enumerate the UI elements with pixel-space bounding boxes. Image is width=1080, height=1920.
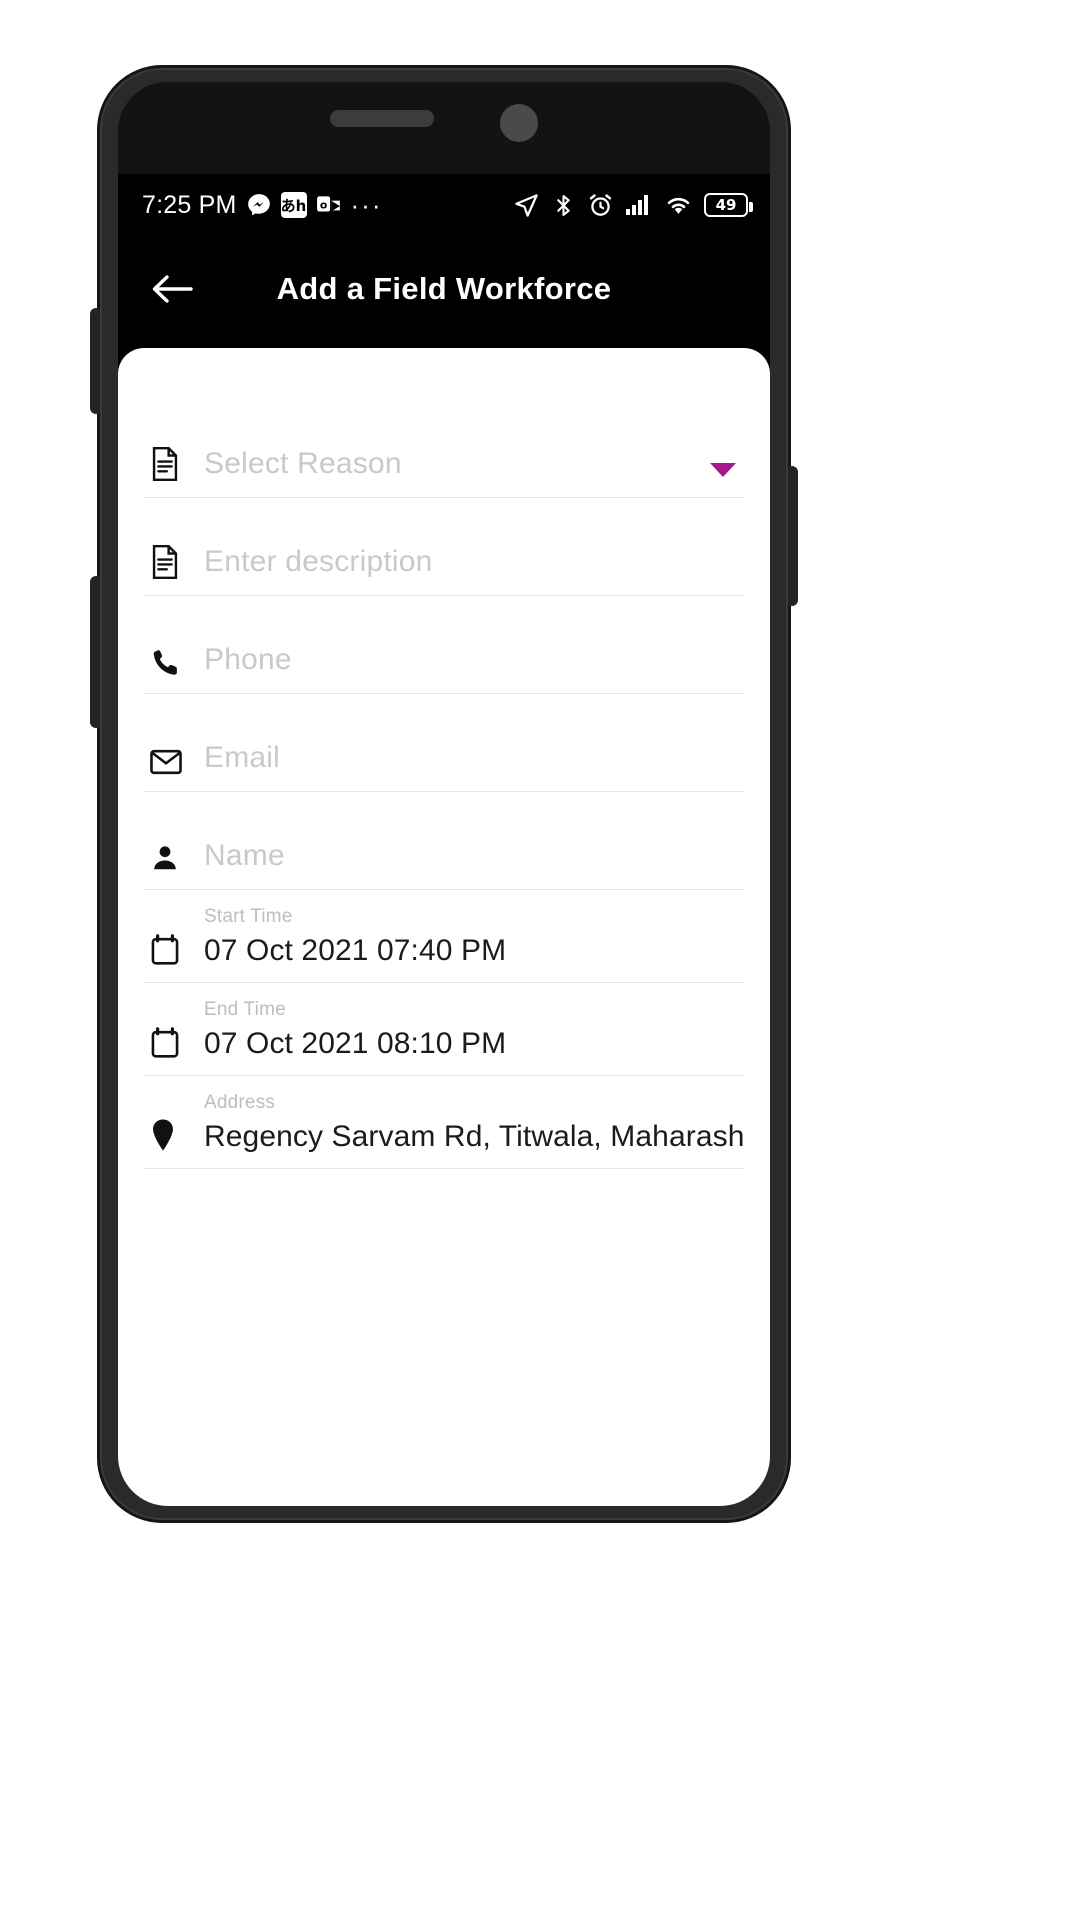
start-time-value: 07 Oct 2021 07:40 PM: [204, 934, 507, 967]
address-value: Regency Sarvam Rd, Titwala, Maharashtra: [204, 1120, 744, 1153]
volume-up-button[interactable]: [90, 308, 102, 414]
field-select-reason[interactable]: Select Reason: [144, 400, 744, 498]
field-body: Address Regency Sarvam Rd, Titwala, Maha…: [204, 1092, 744, 1154]
wifi-icon: [664, 193, 693, 217]
status-bar: 7:25 PM あh o ··· 49: [118, 174, 770, 236]
field-body: Enter description: [204, 545, 744, 581]
battery-indicator: 49: [704, 193, 753, 217]
phone-placeholder: Phone: [204, 643, 292, 676]
chevron-down-icon[interactable]: [710, 463, 736, 477]
description-placeholder: Enter description: [204, 545, 433, 578]
messenger-icon: [246, 192, 272, 218]
notch-bar: [118, 82, 770, 174]
status-bar-left: 7:25 PM あh o ···: [142, 191, 383, 220]
field-name[interactable]: Name: [144, 792, 744, 890]
svg-text:o: o: [319, 198, 326, 211]
earpiece-speaker: [330, 110, 434, 127]
status-bar-right: 49: [513, 192, 753, 219]
status-bar-clock: 7:25 PM: [142, 190, 237, 219]
field-start-time[interactable]: Start Time 07 Oct 2021 07:40 PM: [144, 890, 744, 983]
location-icon: [513, 192, 540, 219]
back-button[interactable]: [144, 261, 200, 317]
app-bar: Add a Field Workforce: [118, 236, 770, 342]
name-placeholder: Name: [204, 839, 285, 872]
field-email[interactable]: Email: [144, 694, 744, 792]
document-icon: [144, 447, 204, 483]
calendar-icon: [144, 1027, 204, 1061]
field-body: Start Time 07 Oct 2021 07:40 PM: [204, 906, 744, 968]
calendar-icon: [144, 934, 204, 968]
phone-icon: [144, 647, 204, 679]
email-icon: [144, 749, 204, 777]
phone-screen: 7:25 PM あh o ··· 49 Add a Field Workforc…: [118, 82, 770, 1506]
card-filler: [144, 1169, 744, 1506]
field-body: End Time 07 Oct 2021 08:10 PM: [204, 999, 744, 1061]
field-body: Phone: [204, 643, 744, 679]
bluetooth-icon: [551, 193, 576, 218]
front-camera: [500, 104, 538, 142]
outlook-icon: o: [316, 192, 342, 218]
select-reason-placeholder: Select Reason: [204, 447, 402, 480]
field-address[interactable]: Address Regency Sarvam Rd, Titwala, Maha…: [144, 1076, 744, 1169]
alarm-icon: [587, 192, 614, 219]
power-button[interactable]: [786, 466, 798, 606]
field-body: Select Reason: [204, 447, 744, 483]
translate-icon: あh: [280, 192, 307, 218]
location-pin-icon: [144, 1118, 204, 1154]
cellular-signal-icon: [625, 193, 653, 217]
field-phone[interactable]: Phone: [144, 596, 744, 694]
field-body: Email: [204, 741, 744, 777]
document-icon: [144, 545, 204, 581]
form-card: Select Reason Enter description Phone Em…: [118, 348, 770, 1506]
field-body: Name: [204, 839, 744, 875]
field-end-time[interactable]: End Time 07 Oct 2021 08:10 PM: [144, 983, 744, 1076]
battery-level-text: 49: [715, 195, 737, 214]
address-label: Address: [204, 1092, 276, 1113]
start-time-label: Start Time: [204, 906, 293, 927]
field-description[interactable]: Enter description: [144, 498, 744, 596]
person-icon: [144, 843, 204, 875]
end-time-label: End Time: [204, 999, 286, 1020]
volume-down-button[interactable]: [90, 576, 102, 728]
screenshot-stage: 7:25 PM あh o ··· 49 Add a Field Workforc…: [0, 0, 1080, 1920]
page-title: Add a Field Workforce: [276, 271, 612, 306]
more-dots-icon: ···: [350, 189, 383, 220]
end-time-value: 07 Oct 2021 08:10 PM: [204, 1027, 507, 1060]
email-placeholder: Email: [204, 741, 281, 774]
phone-device-frame: 7:25 PM あh o ··· 49 Add a Field Workforc…: [90, 68, 798, 1520]
